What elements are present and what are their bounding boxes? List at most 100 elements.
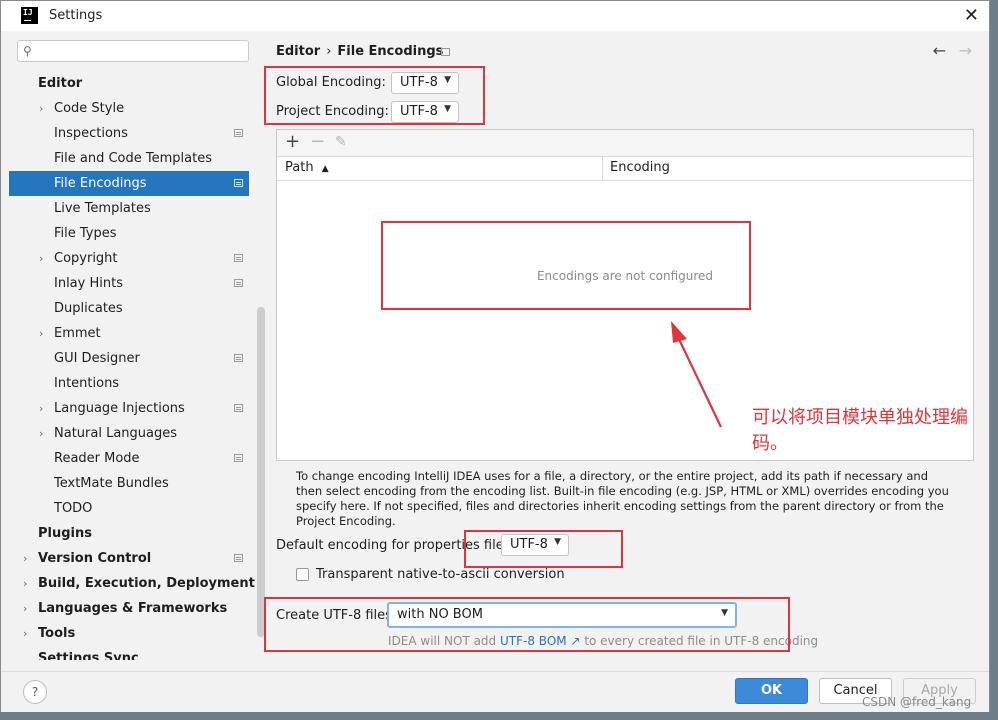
- sidebar-item-version-control[interactable]: › Version Control: [9, 546, 249, 571]
- search-input[interactable]: [40, 43, 244, 61]
- edit-icon[interactable]: ✎: [335, 132, 347, 152]
- sidebar-item-duplicates[interactable]: Duplicates: [9, 296, 249, 321]
- search-icon: ⚲: [23, 44, 32, 58]
- chevron-right-icon[interactable]: ›: [39, 96, 43, 121]
- settings-sidebar: ⚲ Editor › Code Style Inspections File a…: [9, 33, 265, 673]
- forward-arrow-icon[interactable]: →: [959, 41, 972, 60]
- intellij-logo-icon: IJ: [21, 7, 38, 24]
- sidebar-item-label: Version Control: [38, 551, 152, 566]
- chevron-right-icon[interactable]: ›: [23, 596, 27, 621]
- sidebar-item-inspections[interactable]: Inspections: [9, 121, 249, 146]
- sidebar-item-label: File Types: [54, 226, 117, 241]
- sidebar-item-gui-designer[interactable]: GUI Designer: [9, 346, 249, 371]
- chevron-right-icon[interactable]: ›: [39, 396, 43, 421]
- chevron-right-icon[interactable]: ›: [23, 621, 27, 646]
- annotation-box-properties: [464, 530, 623, 568]
- sidebar-item-emmet[interactable]: › Emmet: [9, 321, 249, 346]
- annotation-box-encodings: [264, 66, 485, 125]
- settings-tree: Editor › Code Style Inspections File and…: [9, 71, 255, 660]
- project-level-icon: [234, 254, 243, 262]
- sidebar-item-language-injections[interactable]: › Language Injections: [9, 396, 249, 421]
- chevron-right-icon[interactable]: ›: [39, 246, 43, 271]
- sort-ascending-icon: ▲: [321, 164, 329, 174]
- breadcrumb-parent[interactable]: Editor: [276, 44, 320, 59]
- sidebar-item-label: Emmet: [54, 326, 101, 341]
- project-level-icon: [234, 279, 243, 287]
- window-title: Settings: [49, 8, 103, 23]
- breadcrumb-current: File Encodings: [337, 44, 444, 59]
- column-header-path[interactable]: Path ▲: [285, 160, 329, 175]
- sidebar-item-live-templates[interactable]: Live Templates: [9, 196, 249, 221]
- sidebar-item-label: File and Code Templates: [54, 151, 212, 166]
- annotation-text: 可以将项目模块单独处理编码。: [752, 407, 968, 454]
- sidebar-item-label: TODO: [54, 501, 93, 516]
- chevron-right-icon[interactable]: ›: [23, 546, 27, 571]
- sidebar-item-label: Intentions: [54, 376, 120, 391]
- project-level-icon: [234, 179, 243, 187]
- sidebar-item-label: Reader Mode: [54, 451, 140, 466]
- sidebar-item-natural-languages[interactable]: › Natural Languages: [9, 421, 249, 446]
- annotation-arrow: [671, 321, 722, 428]
- native-to-ascii-checkbox[interactable]: [296, 568, 309, 581]
- close-icon[interactable]: ✕: [964, 5, 979, 26]
- project-level-icon: [441, 48, 450, 56]
- search-box[interactable]: ⚲: [17, 40, 249, 62]
- sidebar-item-label: Language Injections: [54, 401, 185, 416]
- table-header: Path ▲ Encoding: [277, 156, 973, 181]
- annotation-box-table: [381, 221, 751, 310]
- help-button[interactable]: ?: [23, 680, 47, 704]
- watermark: CSDN @fred_kang: [862, 695, 972, 709]
- sidebar-item-code-style[interactable]: › Code Style: [9, 96, 249, 121]
- project-level-icon: [234, 129, 243, 137]
- sidebar-item-label: Copyright: [54, 251, 118, 266]
- sidebar-item-label: File Encodings: [54, 176, 147, 191]
- sidebar-item-editor[interactable]: Editor: [9, 71, 249, 96]
- sidebar-item-textmate-bundles[interactable]: TextMate Bundles: [9, 471, 249, 496]
- settings-window: IJ Settings ✕ ⚲ Editor › Code Style Insp…: [0, 0, 990, 712]
- sidebar-item-copyright[interactable]: › Copyright: [9, 246, 249, 271]
- column-header-encoding[interactable]: Encoding: [610, 160, 670, 175]
- breadcrumb: Editor › File Encodings: [276, 44, 443, 59]
- sidebar-item-settings-sync[interactable]: Settings Sync: [9, 646, 249, 660]
- sidebar-item-reader-mode[interactable]: Reader Mode: [9, 446, 249, 471]
- project-level-icon: [234, 404, 243, 412]
- project-level-icon: [234, 554, 243, 562]
- sidebar-item-label: Inlay Hints: [54, 276, 123, 291]
- sidebar-item-tools[interactable]: › Tools: [9, 621, 249, 646]
- sidebar-item-label: Live Templates: [54, 201, 151, 216]
- annotation-box-utf8: [264, 597, 790, 652]
- sidebar-item-intentions[interactable]: Intentions: [9, 371, 249, 396]
- table-toolbar: + − ✎: [277, 130, 973, 157]
- sidebar-item-build-execution-deployment[interactable]: › Build, Execution, Deployment: [9, 571, 255, 596]
- sidebar-item-label: Plugins: [38, 526, 92, 541]
- remove-icon[interactable]: −: [310, 132, 325, 152]
- back-arrow-icon[interactable]: ←: [933, 41, 946, 60]
- column-divider[interactable]: [602, 156, 603, 180]
- sidebar-item-label: Settings Sync: [38, 651, 139, 660]
- native-to-ascii-label[interactable]: Transparent native-to-ascii conversion: [316, 567, 565, 582]
- sidebar-item-file-encodings[interactable]: File Encodings: [9, 171, 249, 196]
- sidebar-item-inlay-hints[interactable]: Inlay Hints: [9, 271, 249, 296]
- sidebar-item-plugins[interactable]: Plugins: [9, 521, 249, 546]
- chevron-right-icon[interactable]: ›: [23, 571, 27, 596]
- sidebar-item-label: Natural Languages: [54, 426, 178, 441]
- sidebar-item-file-and-code-templates[interactable]: File and Code Templates: [9, 146, 249, 171]
- project-level-icon: [234, 354, 243, 362]
- sidebar-item-label: Languages & Frameworks: [38, 601, 228, 616]
- sidebar-item-label: Code Style: [54, 101, 125, 116]
- sidebar-item-label: Inspections: [54, 126, 128, 141]
- column-label: Path: [285, 160, 314, 175]
- add-icon[interactable]: +: [285, 132, 300, 152]
- sidebar-item-todo[interactable]: TODO: [9, 496, 249, 521]
- help-description: To change encoding IntelliJ IDEA uses fo…: [296, 469, 949, 528]
- chevron-right-icon[interactable]: ›: [39, 321, 43, 346]
- chevron-right-icon[interactable]: ›: [39, 421, 43, 446]
- sidebar-item-file-types[interactable]: File Types: [9, 221, 249, 246]
- sidebar-item-label: Editor: [38, 76, 83, 91]
- file-encodings-panel: Editor › File Encodings ← → Global Encodin…: [259, 31, 990, 671]
- title-bar: IJ Settings ✕: [1, 1, 989, 31]
- sidebar-item-languages-frameworks[interactable]: › Languages & Frameworks: [9, 596, 249, 621]
- sidebar-item-label: Tools: [38, 626, 76, 641]
- ok-button[interactable]: OK: [735, 678, 808, 704]
- breadcrumb-separator: ›: [326, 44, 332, 59]
